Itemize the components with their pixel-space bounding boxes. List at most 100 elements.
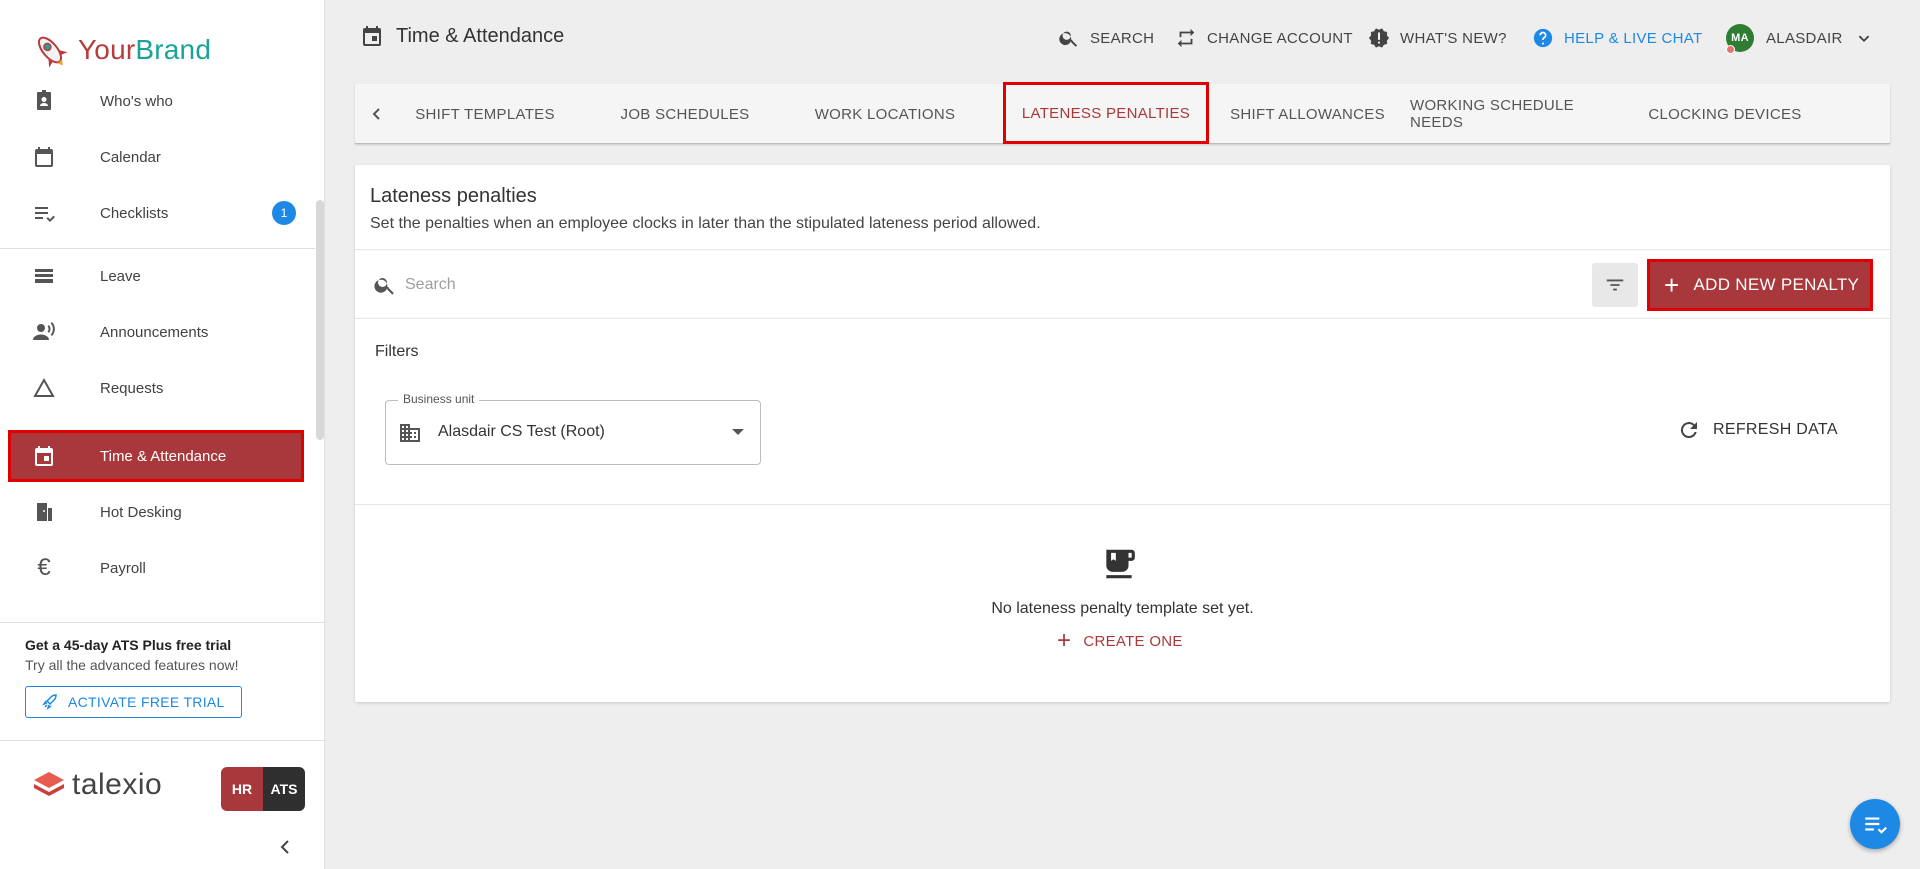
sidebar-item-checklists[interactable]: Checklists 1 [8, 187, 304, 239]
help-chat-action[interactable]: HELP & LIVE CHAT [1532, 22, 1702, 54]
change-account-action[interactable]: CHANGE ACCOUNT [1175, 22, 1353, 54]
sidebar-scrollbar[interactable] [316, 200, 324, 440]
sidebar-item-whos-who[interactable]: Who's who [8, 75, 304, 127]
talexio-wordmark: talexio [72, 768, 163, 801]
filters-heading: Filters [375, 343, 419, 360]
sidebar-item-time-attendance[interactable]: Time & Attendance [8, 430, 304, 482]
brand-your: Your [78, 34, 136, 65]
sidebar-item-announcements[interactable]: Announcements [8, 306, 304, 358]
divider [355, 504, 1890, 505]
promo-subtitle: Try all the advanced features now! [25, 657, 239, 673]
tab-work-locations[interactable]: WORK LOCATIONS [805, 84, 965, 144]
sidebar-item-label: Announcements [100, 323, 209, 341]
refresh-data-button[interactable]: REFRESH DATA [1677, 418, 1838, 442]
activate-trial-label: ACTIVATE FREE TRIAL [68, 694, 225, 710]
filter-toggle-button[interactable] [1592, 263, 1638, 307]
refresh-data-label: REFRESH DATA [1713, 421, 1838, 438]
hr-switch[interactable]: HR [221, 767, 263, 811]
user-menu[interactable]: MA ALASDAIR [1726, 22, 1875, 54]
announcements-icon [30, 318, 58, 346]
help-chat-label: HELP & LIVE CHAT [1564, 29, 1703, 47]
tab-clocking-devices[interactable]: CLOCKING DEVICES [1645, 84, 1805, 144]
tab-job-schedules[interactable]: JOB SCHEDULES [605, 84, 765, 144]
calendar-icon [30, 143, 58, 171]
collapse-sidebar-icon[interactable] [278, 838, 294, 858]
add-new-penalty-button[interactable]: + ADD NEW PENALTY [1647, 259, 1873, 311]
coffee-cup-icon [1106, 549, 1135, 579]
new-release-icon [1368, 28, 1390, 48]
activate-trial-button[interactable]: ACTIVATE FREE TRIAL [25, 686, 242, 718]
card-title: Lateness penalties [370, 185, 537, 207]
divider [355, 318, 1890, 319]
sidebar-item-payroll[interactable]: € Payroll [8, 542, 304, 594]
rocket-icon [42, 694, 57, 710]
dropdown-caret-icon [732, 429, 744, 435]
create-one-label: CREATE ONE [1083, 632, 1183, 650]
page-title: Time & Attendance [396, 24, 565, 47]
sidebar-item-label: Checklists [100, 204, 169, 222]
search-label: SEARCH [1090, 29, 1155, 47]
sidebar-item-label: Payroll [100, 559, 146, 577]
tab-scroll-left-icon[interactable] [365, 102, 389, 126]
product-switcher[interactable]: HR ATS [221, 767, 305, 811]
sidebar-item-hot-desking[interactable]: Hot Desking [8, 486, 304, 538]
door-icon [30, 498, 58, 526]
page-header: Time & Attendance [360, 24, 564, 48]
triangle-icon [30, 374, 58, 402]
plus-icon: + [1664, 270, 1680, 300]
trial-promo: Get a 45-day ATS Plus free trial Try all… [0, 622, 325, 740]
leave-icon [30, 262, 58, 290]
sidebar-item-label: Time & Attendance [100, 447, 227, 465]
sidebar-item-label: Who's who [100, 92, 173, 110]
refresh-icon [1680, 422, 1697, 439]
talexio-footer: talexio HR ATS [0, 740, 325, 830]
change-account-label: CHANGE ACCOUNT [1207, 29, 1353, 47]
sidebar-item-requests[interactable]: Requests [8, 362, 304, 414]
calendar-event-icon [363, 26, 381, 46]
euro-icon: € [37, 554, 51, 581]
ats-switch[interactable]: ATS [263, 767, 305, 811]
sidebar-item-label: Calendar [100, 148, 161, 166]
search-input[interactable] [405, 269, 1405, 301]
chevron-down-icon [1858, 35, 1869, 43]
brand-brand: Brand [135, 34, 212, 65]
user-name: ALASDAIR [1766, 29, 1843, 47]
checklist-icon [30, 199, 58, 227]
calendar-event-icon [30, 442, 58, 470]
tab-bar: SHIFT TEMPLATES JOB SCHEDULES WORK LOCAT… [355, 82, 1890, 144]
sidebar: YourBrand Who's who Calendar Checklists … [0, 0, 325, 869]
tab-shift-allowances[interactable]: SHIFT ALLOWANCES [1225, 84, 1390, 144]
tab-lateness-penalties[interactable]: LATENESS PENALTIES [1003, 82, 1209, 144]
tab-shift-templates[interactable]: SHIFT TEMPLATES [405, 84, 565, 144]
sidebar-item-label: Leave [100, 267, 141, 285]
swap-icon [1177, 28, 1195, 48]
help-icon [1533, 28, 1553, 48]
sidebar-nav: Who's who Calendar Checklists 1 Leave An… [0, 75, 315, 620]
whats-new-action[interactable]: WHAT'S NEW? [1368, 22, 1507, 54]
card-subtitle: Set the penalties when an employee clock… [370, 215, 1041, 232]
filter-icon [1606, 279, 1624, 291]
business-unit-value: Alasdair CS Test (Root) [438, 423, 605, 440]
tab-working-schedule-needs[interactable]: WORKING SCHEDULE NEEDS [1410, 84, 1625, 144]
playlist-check-icon [1865, 817, 1887, 834]
count-badge: 1 [272, 201, 296, 225]
sidebar-item-leave[interactable]: Leave [8, 250, 304, 302]
brand-name: YourBrand [78, 34, 211, 66]
checklist-fab[interactable] [1850, 799, 1900, 849]
status-dot [1726, 45, 1735, 54]
search-icon [374, 278, 394, 295]
lateness-penalties-card: Lateness penalties Set the penalties whe… [355, 165, 1890, 702]
search-action[interactable]: SEARCH [1058, 22, 1154, 54]
create-one-button[interactable]: + CREATE ONE [1057, 629, 1183, 653]
sidebar-item-label: Hot Desking [100, 503, 182, 521]
avatar: MA [1726, 24, 1754, 54]
brand-logo[interactable]: YourBrand [28, 30, 211, 70]
sidebar-item-calendar[interactable]: Calendar [8, 131, 304, 183]
talexio-logo: talexio [32, 768, 162, 802]
sidebar-item-label: Requests [100, 379, 164, 397]
business-unit-select[interactable]: Business unit Alasdair CS Test (Root) [385, 392, 761, 465]
badge-icon [30, 87, 58, 115]
empty-state-text: No lateness penalty template set yet. [991, 600, 1254, 617]
avatar-initials: MA [1731, 32, 1749, 44]
building-icon [400, 424, 420, 442]
